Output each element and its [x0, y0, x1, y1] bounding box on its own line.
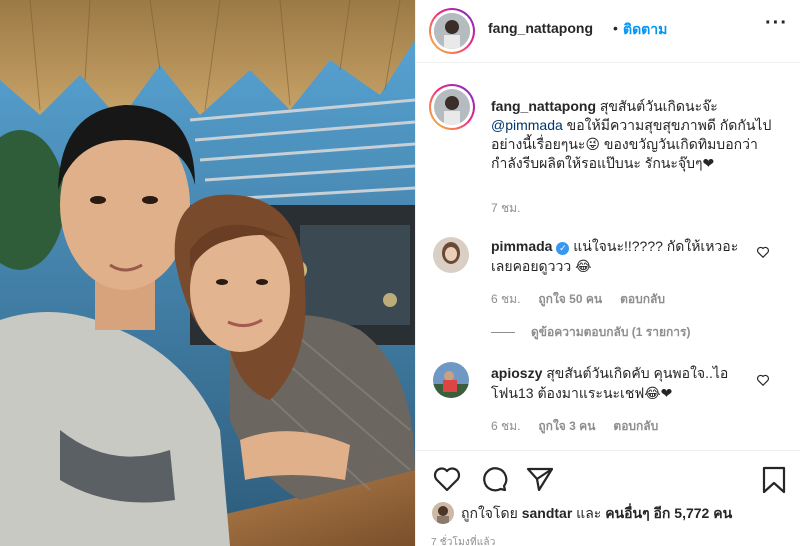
post-photo[interactable] [0, 0, 415, 546]
bookmark-icon[interactable] [761, 466, 787, 494]
post-side-panel: fang_nattapong • ติดตาม ··· fang_nattapo… [415, 0, 800, 546]
story-ring[interactable] [429, 8, 475, 54]
comment-meta-apioszy: 6 ชม. ถูกใจ 3 คน ตอบกลับ [491, 417, 658, 436]
verified-badge-icon: ✓ [556, 242, 570, 255]
caption-timestamp[interactable]: 7 ชม. [491, 199, 520, 218]
view-replies-label: ดูข้อความตอบกลับ (1 รายการ) [531, 325, 691, 339]
liked-by-middle: และ [572, 505, 606, 521]
liked-by-user[interactable]: sandtar [522, 505, 573, 521]
comment-item-apioszy: apioszy สุขสันต์วันเกิดคับ คุนพอใจ..ไอโฟ… [491, 363, 756, 403]
instagram-post: fang_nattapong • ติดตาม ··· fang_nattapo… [0, 0, 800, 546]
liked-by-others-link[interactable]: คนอื่นๆ อีก 5,772 คน [605, 505, 732, 521]
view-replies-button[interactable]: ดูข้อความตอบกลับ (1 รายการ) [491, 323, 690, 342]
comment-like-heart-icon[interactable] [756, 245, 770, 259]
comment-like-heart-icon[interactable] [756, 373, 770, 387]
selfie-image [0, 0, 415, 546]
caption-mention-link[interactable]: @pimmada [491, 117, 563, 133]
comment-reply-button[interactable]: ตอบกลับ [620, 292, 665, 306]
comment-avatar-pimmada[interactable] [433, 237, 469, 273]
comment-likes[interactable]: ถูกใจ 50 คน [538, 292, 602, 306]
heart-icon[interactable] [433, 466, 461, 492]
caption-avatar-ring[interactable] [429, 84, 475, 130]
comment-avatar-apioszy[interactable] [433, 362, 469, 398]
comment-username[interactable]: pimmada [491, 238, 552, 254]
liked-by-prefix: ถูกใจโดย [461, 505, 522, 521]
comment-item-pimmada: pimmada ✓ แน่ใจนะ!!???? กัดให้เหวอะเลยคอ… [491, 236, 756, 276]
comment-time[interactable]: 6 ชม. [491, 419, 520, 433]
more-options-icon[interactable]: ··· [765, 12, 788, 35]
caption-username[interactable]: fang_nattapong [491, 98, 596, 114]
comment-time[interactable]: 6 ชม. [491, 292, 520, 306]
post-caption: fang_nattapong สุขสันต์วันเกิดนะจ๊ะ @pim… [491, 97, 781, 173]
comment-reply-button[interactable]: ตอบกลับ [613, 419, 658, 433]
post-header: fang_nattapong • ติดตาม ··· [416, 0, 800, 63]
comment-likes[interactable]: ถูกใจ 3 คน [538, 419, 595, 433]
comment-username[interactable]: apioszy [491, 365, 542, 381]
header-separator-dot: • [613, 20, 618, 36]
post-time-ago[interactable]: 7 ชั่วโมงที่แล้ว [431, 535, 496, 546]
caption-text-1: สุขสันต์วันเกิดนะจ๊ะ [596, 98, 718, 114]
comment-meta-pimmada: 6 ชม. ถูกใจ 50 คน ตอบกลับ [491, 290, 665, 309]
header-username[interactable]: fang_nattapong [488, 20, 593, 36]
share-icon[interactable] [526, 466, 554, 492]
avatar [434, 13, 470, 49]
post-actions: ถูกใจโดย sandtar และ คนอื่นๆ อีก 5,772 ค… [416, 450, 800, 546]
follow-button[interactable]: ติดตาม [623, 19, 667, 41]
liked-by-summary: ถูกใจโดย sandtar และ คนอื่นๆ อีก 5,772 ค… [461, 503, 732, 525]
liker-avatar[interactable] [432, 502, 454, 524]
caption-avatar [434, 89, 470, 125]
comment-icon[interactable] [480, 466, 508, 492]
